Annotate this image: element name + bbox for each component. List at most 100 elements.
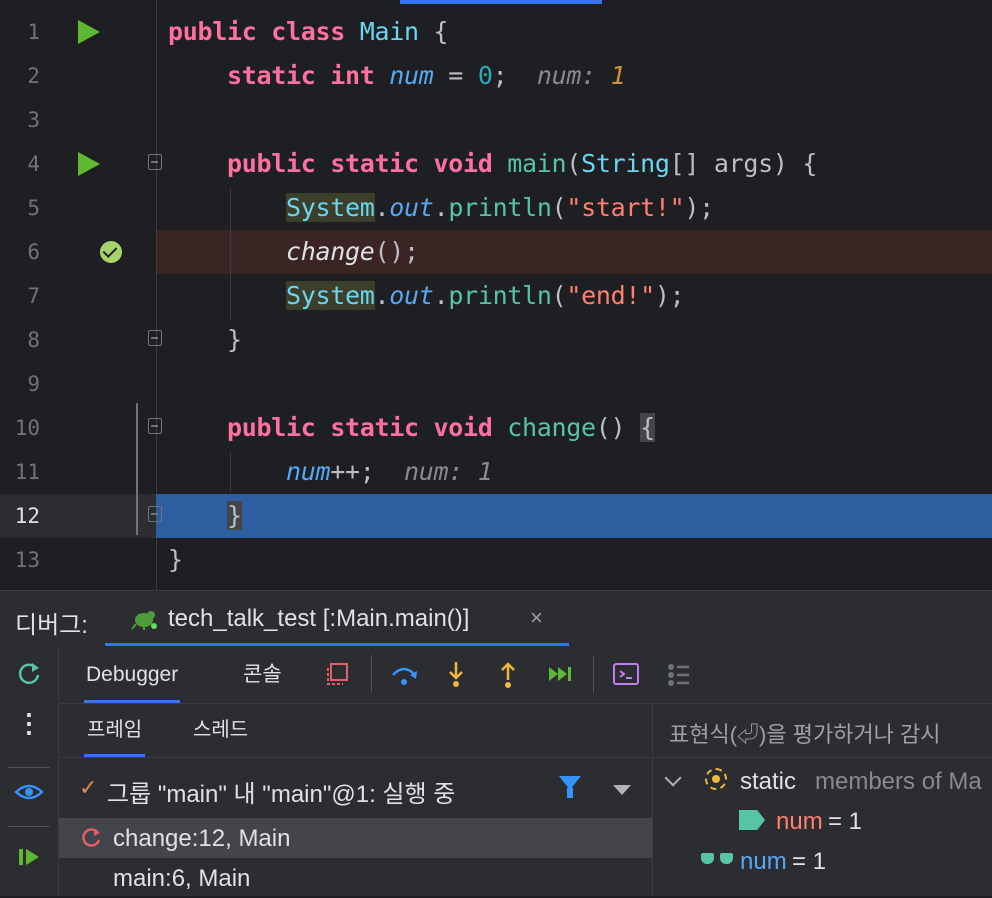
static-members-label: members of Ma <box>815 768 982 795</box>
code-token: public class <box>168 17 360 46</box>
layout-icon[interactable] <box>323 659 353 689</box>
code-line[interactable]: 6 change(); <box>0 230 992 274</box>
step-over-icon[interactable] <box>389 659 419 689</box>
fold-icon[interactable] <box>148 154 162 170</box>
code-token: public static void <box>168 413 508 442</box>
line-number: 4 <box>27 152 40 176</box>
step-out-icon[interactable] <box>493 659 523 689</box>
code-token: public static void <box>168 149 508 178</box>
fold-icon[interactable] <box>148 506 162 522</box>
code-token: System <box>286 281 375 310</box>
run-icon[interactable] <box>78 20 100 44</box>
line-number: 8 <box>27 328 40 352</box>
code-line[interactable]: 9 <box>0 362 992 406</box>
static-label: static <box>740 768 797 795</box>
more-options-icon[interactable]: ⋮ <box>14 708 44 738</box>
code-token: ; <box>492 61 537 90</box>
step-into-icon[interactable] <box>441 659 471 689</box>
frame-row[interactable]: main:6, Main <box>59 858 652 898</box>
code-line[interactable]: 13} <box>0 538 992 582</box>
code-token: "end!" <box>566 281 655 310</box>
code-line[interactable]: 1 public class Main { <box>0 10 992 54</box>
tab-console[interactable]: 콘솔 <box>243 646 282 703</box>
tab-threads[interactable]: 스레드 <box>193 704 248 757</box>
code-token: change <box>286 237 375 266</box>
code-token: . <box>433 193 449 222</box>
variables-pane: 표현식(⏎)을 평가하거나 감시 static members of Ma nu… <box>653 704 992 896</box>
code-line[interactable]: 11 num++; num: 1 <box>0 450 992 494</box>
indent-guide <box>230 452 231 492</box>
debug-session-tab[interactable]: tech_talk_test [:Main.main()] × <box>105 591 569 646</box>
reset-frame-icon[interactable] <box>79 826 103 850</box>
thread-label: 그룹 "main" 내 "main"@1: 실행 중 <box>107 781 456 808</box>
code-text: System.out.println("start!"); <box>168 186 714 230</box>
thread-selector[interactable]: ✓ 그룹 "main" 내 "main"@1: 실행 중 <box>59 758 652 820</box>
code-line[interactable]: 7 System.out.println("end!"); <box>0 274 992 318</box>
divider <box>593 655 594 693</box>
code-text: num++; num: 1 <box>168 450 493 494</box>
code-line[interactable]: 8 } <box>0 318 992 362</box>
code-token: 0 <box>477 61 493 90</box>
code-token: num <box>389 61 434 90</box>
code-token: "start!" <box>566 193 685 222</box>
variable-row[interactable]: num = 1 <box>653 808 992 848</box>
code-token: . <box>374 193 390 222</box>
evaluate-icon[interactable] <box>611 659 641 689</box>
line-number: 1 <box>27 20 40 44</box>
fold-icon[interactable] <box>148 330 162 346</box>
code-token: println <box>448 281 552 310</box>
code-text: } <box>168 494 242 538</box>
debug-session-label: tech_talk_test [:Main.main()] <box>168 605 470 632</box>
code-token: ( <box>566 149 582 178</box>
code-text: public static void main(String[] args) { <box>168 142 817 186</box>
code-token: Main <box>359 17 419 46</box>
breakpoint-icon[interactable] <box>100 241 122 263</box>
tab-frames[interactable]: 프레임 <box>83 704 146 757</box>
code-token: static int <box>168 61 390 90</box>
code-token: } <box>227 501 242 530</box>
variable-value: = 1 <box>828 808 863 835</box>
code-line[interactable]: 12 } <box>0 494 992 538</box>
filter-icon[interactable] <box>559 776 581 798</box>
code-token: ( <box>551 193 567 222</box>
code-token: num: <box>536 61 611 90</box>
eye-icon[interactable] <box>14 777 44 807</box>
evaluate-expression-input[interactable]: 표현식(⏎)을 평가하거나 감시 <box>653 704 992 758</box>
scope-marker <box>136 403 138 535</box>
rerun-icon[interactable] <box>14 659 44 689</box>
code-token: num <box>286 457 331 486</box>
evaluate-placeholder: 표현식(⏎)을 평가하거나 감시 <box>669 722 941 747</box>
code-line[interactable]: 3 <box>0 98 992 142</box>
frames-list-icon[interactable] <box>663 659 693 689</box>
chevron-down-icon[interactable] <box>664 769 682 787</box>
code-text: } <box>168 318 242 362</box>
code-token: } <box>168 545 183 574</box>
frames-subtabs: 프레임 스레드 <box>59 704 652 758</box>
code-token: = <box>433 61 478 90</box>
chevron-down-icon[interactable] <box>613 785 631 795</box>
code-token: (); <box>374 237 420 266</box>
line-number: 12 <box>14 504 40 528</box>
frame-label: change:12, Main <box>113 825 291 852</box>
fold-icon[interactable] <box>148 418 162 434</box>
code-line[interactable]: 4 public static void main(String[] args)… <box>0 142 992 186</box>
code-editor[interactable]: 1 public class Main {2 static int num = 0… <box>0 0 992 590</box>
code-line[interactable]: 2 static int num = 0; num: 1 <box>0 54 992 98</box>
variable-name: num <box>776 808 823 835</box>
resume-icon[interactable] <box>14 842 44 872</box>
watch-row[interactable]: num = 1 <box>653 848 992 888</box>
code-line[interactable]: 5 System.out.println("start!"); <box>0 186 992 230</box>
code-line[interactable]: 10 public static void change() { <box>0 406 992 450</box>
static-members-node[interactable]: static members of Ma <box>653 768 992 808</box>
code-text: public class Main { <box>168 10 449 54</box>
run-icon[interactable] <box>78 152 100 176</box>
check-icon: ✓ <box>79 775 98 800</box>
close-icon[interactable]: × <box>530 605 543 631</box>
run-to-cursor-icon[interactable] <box>545 659 575 689</box>
frame-row[interactable]: change:12, Main <box>59 818 652 858</box>
tab-debugger[interactable]: Debugger <box>83 646 181 703</box>
watch-value: = 1 <box>792 848 827 875</box>
